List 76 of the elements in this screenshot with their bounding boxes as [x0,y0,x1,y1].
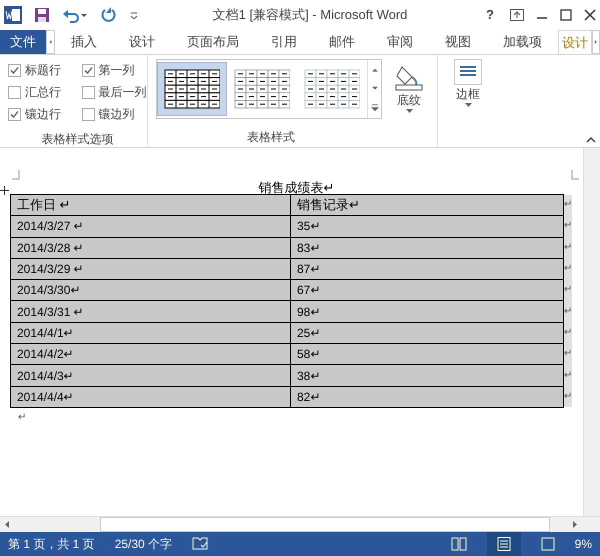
paragraph-mark: ↵ [18,410,27,425]
table-cell: 2014/4/4↵ [10,386,290,408]
group-label: 表格样式 [246,129,296,146]
web-layout-icon[interactable] [540,537,555,551]
ribbon-tab[interactable]: 设计 [113,30,172,54]
dropdown-icon [464,103,472,107]
checkbox[interactable] [82,64,94,76]
table-cell: 38↵ [290,364,564,386]
document-title: 销售成绩表↵ [258,179,336,194]
table-cell: 35↵ [290,216,564,238]
word-logo-icon [4,6,22,24]
margin-mark-icon [12,170,20,180]
collapse-ribbon-icon[interactable] [586,136,596,143]
page-count: 第 1 页，共 1 页 [8,536,95,553]
undo-icon[interactable] [62,7,88,23]
table-cell: 2014/4/3↵ [10,364,290,386]
checkbox[interactable] [82,86,94,98]
table-cell: 58↵ [290,344,564,365]
print-layout-icon [496,537,511,551]
proofing-book-icon[interactable] [192,537,208,551]
ribbon-tab[interactable]: 加载项 [487,30,558,54]
ribbon-tab[interactable]: 页面布局 [171,30,256,54]
ribbon-tab[interactable]: 插入 [55,30,114,54]
ribbon-tab[interactable]: 视图 [429,30,488,54]
redo-icon[interactable] [100,6,118,24]
ribbon-tab[interactable]: 设计 [558,30,592,54]
checkbox-label: 第一列 [98,62,134,79]
table-cell: 2014/3/30↵ [10,280,290,301]
table-cell: 2014/3/28 ↵ [10,237,290,258]
table-cell: 2014/4/1↵ [10,322,290,344]
group-label: 表格样式选项 [40,131,114,148]
help-button[interactable]: ? [482,5,498,25]
ribbon-tab[interactable]: 引用 [255,30,314,54]
shading-button[interactable]: 底纹 [394,59,424,113]
margin-mark-icon [571,170,579,180]
checkbox[interactable] [8,108,21,120]
save-icon[interactable] [34,7,50,23]
checkbox-label: 镶边列 [98,106,134,123]
window-title: 文档1 [兼容模式] - Microsoft Word [212,6,408,24]
ribbon-display-icon[interactable] [510,9,524,21]
zoom-level: 9% [574,536,592,553]
dropdown-icon [406,109,412,113]
horizontal-scrollbar-thumb[interactable] [100,517,550,532]
column-header: 销售记录↵ [290,194,564,216]
table-move-handle-icon[interactable] [0,186,9,195]
read-mode-icon[interactable] [450,537,467,551]
table-cell: 98↵ [290,300,564,322]
print-layout-button[interactable] [486,532,521,556]
customize-icon[interactable] [130,11,138,19]
table-cell: 2014/3/31 ↵ [10,300,290,322]
table-cell: 87↵ [290,258,564,280]
table-cell: 83↵ [290,237,564,258]
table-cell: 2014/3/29 ↵ [10,258,290,280]
table-cell: 82↵ [290,386,564,408]
close-icon[interactable] [584,9,596,21]
column-header: 工作日 ↵ [10,194,290,216]
table-style-thumbnail[interactable] [157,62,227,116]
table-cell: 67↵ [290,280,564,301]
checkbox-label: 最后一列 [98,84,146,101]
checkbox-label: 镶边行 [25,106,61,123]
borders-button[interactable]: 边框 [454,59,482,107]
table-cell: 25↵ [290,322,564,344]
table-cell: 2014/3/27 ↵ [10,216,290,238]
checkbox-label: 标题行 [25,62,61,79]
scroll-left-icon[interactable] [46,30,56,54]
ribbon-tab[interactable]: 审阅 [371,30,430,54]
checkbox-label: 汇总行 [25,84,61,101]
ribbon-tab[interactable]: 邮件 [313,30,372,54]
table-cell: 2014/4/2↵ [10,344,290,365]
word-count: 25/30 个字 [114,536,172,553]
checkbox[interactable] [82,108,94,120]
maximize-icon[interactable] [560,9,572,21]
ribbon-tab[interactable]: 文件 [0,30,46,54]
checkbox[interactable] [8,86,21,98]
checkbox[interactable] [8,64,21,76]
borders-icon [454,59,482,85]
